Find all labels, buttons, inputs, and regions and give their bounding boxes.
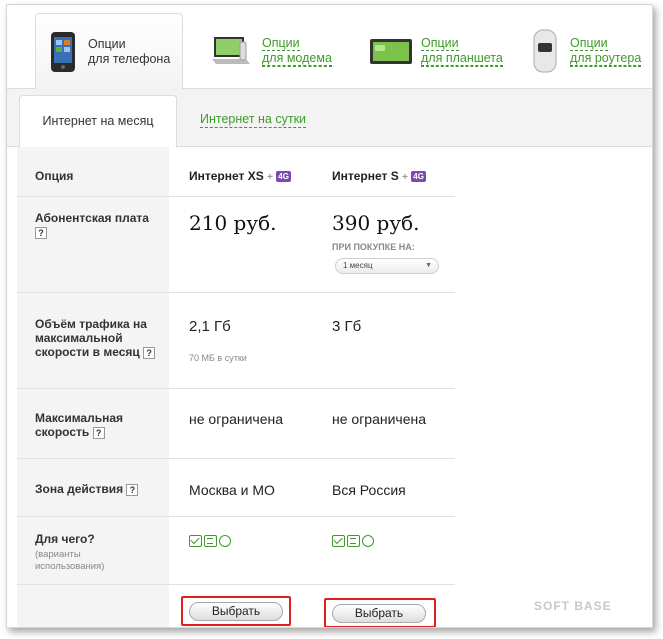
period-select[interactable]: 1 месяц ▼ <box>335 258 439 274</box>
category-tab-router[interactable]: Опции для роутера <box>532 13 642 89</box>
category-label-line1: Опции <box>88 37 126 51</box>
category-label-line2: для телефона <box>88 52 171 66</box>
period-tabs: Интернет на месяц Интернет на сутки <box>7 89 652 148</box>
category-tab-tablet[interactable]: Опции для планшета <box>369 13 503 89</box>
category-link-line2[interactable]: для модема <box>262 50 332 66</box>
chevron-down-icon: ▼ <box>425 262 432 269</box>
purchase-period-label: ПРИ ПОКУПКЕ НА: <box>332 242 415 252</box>
period-select-value: 1 месяц <box>343 261 373 270</box>
chat-icon[interactable] <box>219 535 231 547</box>
router-icon <box>533 29 557 73</box>
plan-plus: + <box>402 172 408 183</box>
option-column-label: Опция <box>35 169 74 183</box>
table-row-usage: Для чего? (варианты использования) <box>17 517 455 585</box>
category-tabs: Опции для телефона Опции для модема Опци… <box>7 5 652 90</box>
category-link-line1[interactable]: Опции <box>421 35 459 51</box>
category-link-line2[interactable]: для планшета <box>421 50 503 66</box>
select-button-s[interactable]: Выбрать <box>332 604 426 623</box>
watermark: SOFT BASE <box>534 599 612 613</box>
badge-4g: 4G <box>411 171 426 182</box>
email-icon[interactable] <box>332 535 345 547</box>
fee-value-s: 390 руб. <box>332 211 420 235</box>
table-row-fee: Абонентская плата ? 210 руб. 390 руб. ПР… <box>17 197 455 293</box>
tablet-icon <box>370 39 412 64</box>
usage-icons-xs <box>189 535 231 547</box>
help-icon[interactable]: ? <box>126 483 139 496</box>
table-row-zone: Зона действия ? Москва и МО Вся Россия <box>17 459 455 517</box>
fee-label: Абонентская плата ? <box>35 211 149 239</box>
category-tab-phone[interactable]: Опции для телефона <box>35 13 183 90</box>
fee-value-xs: 210 руб. <box>189 211 277 235</box>
modem-icon <box>212 37 250 64</box>
zone-value-xs: Москва и МО <box>189 482 275 498</box>
plan-name: Интернет S <box>332 169 399 183</box>
category-link-line2[interactable]: для роутера <box>570 50 642 66</box>
plan-header-xs[interactable]: Интернет XS + 4G <box>189 169 291 183</box>
plan-plus: + <box>267 172 273 183</box>
traffic-daily-note: 70 МБ в сутки <box>189 353 247 363</box>
speed-label: Максимальная скорость ? <box>35 411 124 439</box>
browse-icon[interactable] <box>204 535 217 547</box>
category-link-line1[interactable]: Опции <box>570 35 608 51</box>
table-row-traffic: Объём трафика на максимальной скорости в… <box>17 293 455 389</box>
category-tab-modem[interactable]: Опции для модема <box>212 13 332 89</box>
usage-icons-s <box>332 535 374 547</box>
email-icon[interactable] <box>189 535 202 547</box>
zone-label: Зона действия ? <box>35 482 160 496</box>
traffic-value-s: 3 Гб <box>332 318 362 335</box>
plan-name: Интернет XS <box>189 169 264 183</box>
traffic-label: Объём трафика на максимальной скорости в… <box>35 317 160 359</box>
select-button-xs[interactable]: Выбрать <box>189 602 283 621</box>
speed-value-s: не ограничена <box>332 411 427 427</box>
help-icon[interactable]: ? <box>92 426 105 439</box>
badge-4g: 4G <box>276 171 291 182</box>
category-link-line1[interactable]: Опции <box>262 35 300 51</box>
table-row-speed: Максимальная скорость ? не ограничена не… <box>17 389 455 459</box>
chat-icon[interactable] <box>362 535 374 547</box>
phone-icon <box>51 32 75 72</box>
highlight-frame: Выбрать <box>324 598 436 627</box>
help-icon[interactable]: ? <box>35 226 47 239</box>
tariff-options-panel: Опции для телефона Опции для модема Опци… <box>6 4 653 628</box>
usage-sublabel: (варианты использования) <box>35 549 105 572</box>
usage-label: Для чего? <box>35 532 95 546</box>
tab-month[interactable]: Интернет на месяц <box>19 95 177 148</box>
zone-value-s: Вся Россия <box>332 482 406 498</box>
table-row-actions: Выбрать Выбрать <box>17 585 455 627</box>
table-header-row: Опция Интернет XS + 4G Интернет S + 4G <box>17 147 455 197</box>
plan-header-s[interactable]: Интернет S + 4G <box>332 169 426 183</box>
speed-value-xs: не ограничена <box>189 411 284 427</box>
tab-day[interactable]: Интернет на сутки <box>200 111 307 128</box>
help-icon[interactable]: ? <box>143 346 156 359</box>
traffic-value-xs: 2,1 Гб <box>189 318 231 335</box>
browse-icon[interactable] <box>347 535 360 547</box>
highlight-frame: Выбрать <box>181 596 291 626</box>
